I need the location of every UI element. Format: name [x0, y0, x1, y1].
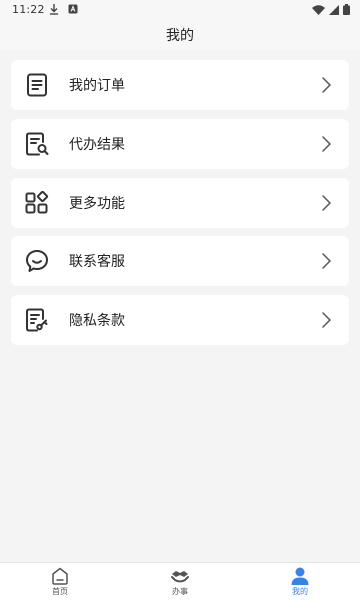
bottom-nav: 首页 办事 我的	[0, 562, 360, 600]
status-bar: 11:22	[0, 0, 360, 20]
menu-item-label: 我的订单	[69, 78, 125, 94]
privacy-document-icon	[24, 307, 50, 333]
chevron-right-icon	[322, 312, 331, 328]
nav-item-home[interactable]: 首页	[30, 566, 90, 600]
chevron-right-icon	[322, 77, 331, 93]
chevron-right-icon	[322, 253, 331, 269]
page-title: 我的	[166, 28, 194, 44]
nav-label: 办事	[172, 587, 188, 596]
user-icon	[291, 567, 309, 585]
more-functions-icon	[24, 190, 50, 216]
document-search-icon	[24, 131, 50, 157]
chevron-right-icon	[322, 195, 331, 211]
battery-icon	[343, 4, 350, 15]
app-header: 我的	[0, 20, 360, 50]
nav-item-services[interactable]: 办事	[150, 566, 210, 600]
menu-item-label: 代办结果	[69, 137, 125, 153]
download-icon	[50, 4, 58, 15]
signal-icon	[329, 4, 339, 15]
order-list-icon	[24, 72, 50, 98]
home-icon	[52, 567, 68, 585]
menu-item-results[interactable]: 代办结果	[11, 119, 349, 169]
menu-item-label: 联系客服	[69, 254, 125, 270]
menu-item-label: 隐私条款	[69, 313, 125, 329]
handshake-icon	[171, 571, 189, 583]
menu-item-customer-service[interactable]: 联系客服	[11, 236, 349, 286]
nav-label: 我的	[292, 587, 308, 596]
menu-item-label: 更多功能	[69, 196, 125, 212]
app-notification-icon	[68, 4, 78, 14]
nav-label: 首页	[52, 587, 68, 596]
status-time: 11:22	[12, 3, 45, 16]
wifi-icon	[312, 4, 325, 15]
menu-item-more-functions[interactable]: 更多功能	[11, 178, 349, 228]
chat-smile-icon	[24, 248, 50, 274]
menu-item-orders[interactable]: 我的订单	[11, 60, 349, 110]
nav-item-mine[interactable]: 我的	[270, 566, 330, 600]
menu-item-privacy[interactable]: 隐私条款	[11, 295, 349, 345]
chevron-right-icon	[322, 136, 331, 152]
